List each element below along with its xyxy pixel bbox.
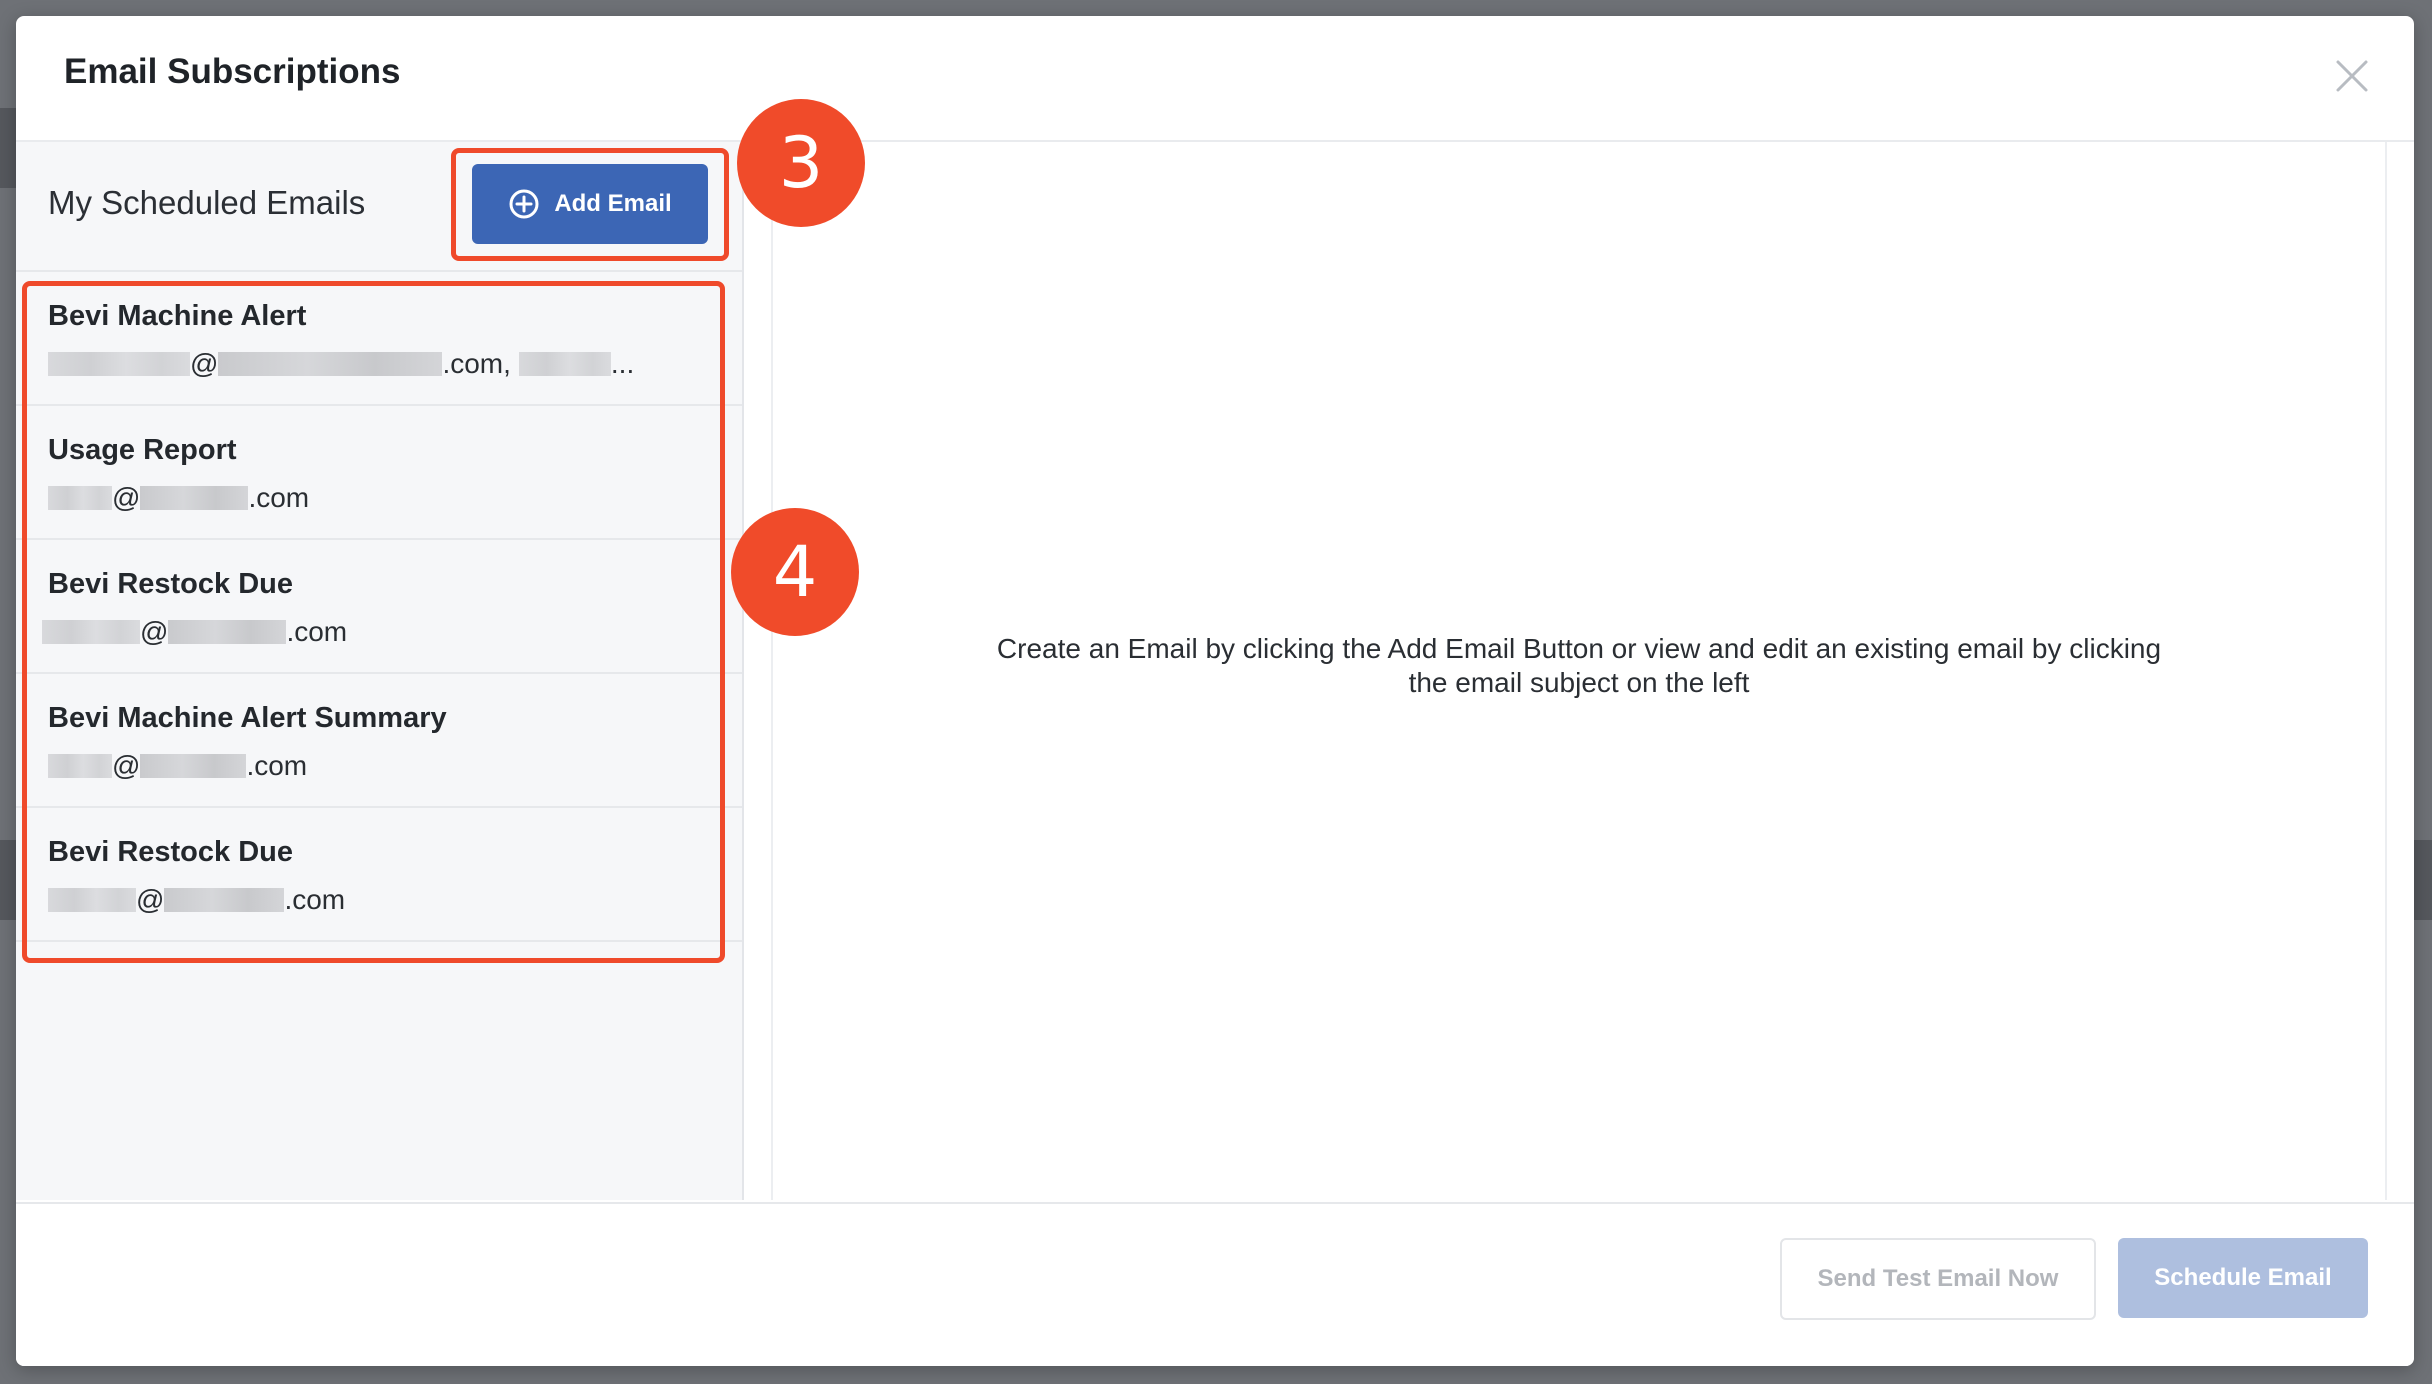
annotation-badge-4: 4 <box>731 508 859 636</box>
annotation-box-add-email <box>451 148 729 261</box>
modal-footer: Send Test Email Now Schedule Email <box>16 1202 2414 1366</box>
empty-state-message: Create an Email by clicking the Add Emai… <box>996 633 2162 698</box>
modal-header: Email Subscriptions <box>16 16 2414 142</box>
annotation-box-email-list <box>22 281 725 963</box>
background-bar <box>0 108 16 188</box>
modal-title: Email Subscriptions <box>64 52 401 91</box>
close-icon[interactable] <box>2332 56 2372 96</box>
schedule-email-button[interactable]: Schedule Email <box>2118 1238 2368 1318</box>
annotation-badge-3: 3 <box>737 99 865 227</box>
send-test-email-button[interactable]: Send Test Email Now <box>1780 1238 2096 1320</box>
email-editor-panel: Create an Email by clicking the Add Emai… <box>771 142 2387 1200</box>
scheduled-emails-title: My Scheduled Emails <box>48 184 366 221</box>
background-bar <box>2414 840 2432 920</box>
background-bar <box>0 840 16 920</box>
